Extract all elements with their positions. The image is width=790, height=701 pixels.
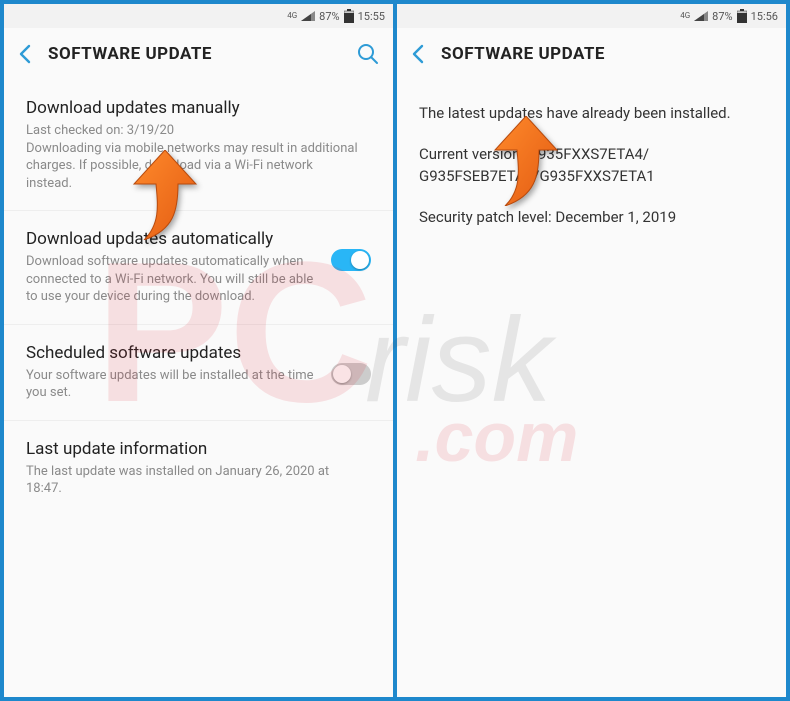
signal-icon (301, 11, 315, 21)
setting-desc-line1: Last checked on: 3/19/20 (26, 122, 361, 140)
back-button[interactable] (411, 44, 425, 64)
network-type: 4G (287, 12, 297, 20)
phone-left: 4G 87% 15:55 SOFTWARE UPDATE (4, 4, 393, 697)
clock: 15:56 (751, 10, 778, 23)
toggle-scheduled-update[interactable] (331, 363, 371, 385)
setting-last-update-info[interactable]: Last update information The last update … (4, 421, 393, 516)
version-block: Current version: G935FXXS7ETA4/ G935FSEB… (419, 143, 764, 188)
update-info-panel: The latest updates have already been ins… (397, 80, 786, 697)
setting-title: Last update information (26, 439, 361, 459)
toggle-auto-update[interactable] (331, 249, 371, 271)
update-message: The latest updates have already been ins… (419, 102, 764, 125)
page-title: SOFTWARE UPDATE (441, 44, 772, 64)
app-bar: SOFTWARE UPDATE (4, 28, 393, 80)
setting-desc: Your software updates will be installed … (26, 367, 321, 402)
setting-title: Download updates automatically (26, 229, 321, 249)
status-bar: 4G 87% 15:55 (4, 4, 393, 28)
setting-desc-line2: Downloading via mobile networks may resu… (26, 140, 361, 193)
battery-percent: 87% (712, 10, 732, 23)
setting-title: Scheduled software updates (26, 343, 321, 363)
setting-download-manually[interactable]: Download updates manually Last checked o… (4, 80, 393, 211)
app-bar: SOFTWARE UPDATE (397, 28, 786, 80)
signal-icon (694, 11, 708, 21)
battery-icon (344, 9, 354, 23)
setting-desc: The last update was installed on January… (26, 463, 361, 498)
setting-download-auto[interactable]: Download updates automatically Download … (4, 211, 393, 325)
version-value-1: G935FXXS7ETA4/ (528, 145, 649, 163)
version-value-2: G935FSEB7ETA1/G935FXXS7ETA1 (419, 167, 655, 185)
back-button[interactable] (18, 44, 32, 64)
setting-scheduled[interactable]: Scheduled software updates Your software… (4, 325, 393, 421)
search-button[interactable] (357, 43, 379, 65)
network-type: 4G (680, 12, 690, 20)
security-patch: Security patch level: December 1, 2019 (419, 206, 764, 229)
phone-right: 4G 87% 15:56 SOFTWARE UPDATE The latest … (397, 4, 786, 697)
settings-list: Download updates manually Last checked o… (4, 80, 393, 697)
setting-title: Download updates manually (26, 98, 361, 118)
page-title: SOFTWARE UPDATE (48, 44, 341, 64)
version-label: Current version: (419, 145, 524, 163)
setting-desc: Download software updates automatically … (26, 253, 321, 306)
status-bar: 4G 87% 15:56 (397, 4, 786, 28)
battery-percent: 87% (319, 10, 339, 23)
battery-icon (737, 9, 747, 23)
clock: 15:55 (358, 10, 385, 23)
